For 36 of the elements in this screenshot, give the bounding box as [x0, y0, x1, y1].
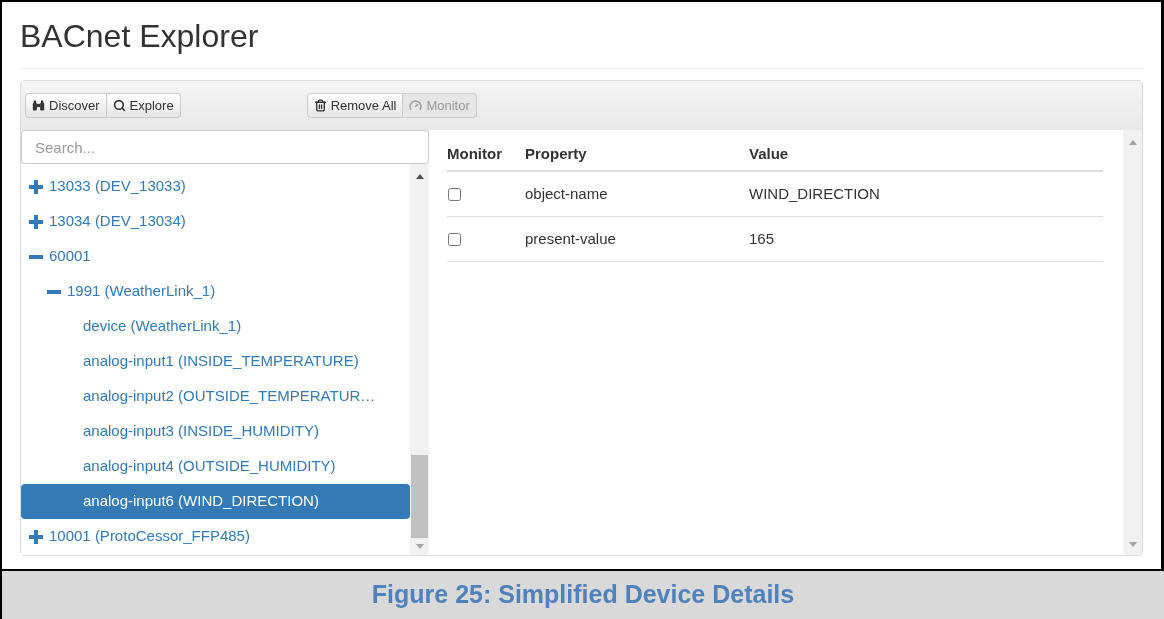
tree-item[interactable]: 13033 (DEV_13033) [21, 169, 410, 204]
page-title: BACnet Explorer [20, 17, 259, 56]
monitor-checkbox[interactable] [448, 187, 461, 201]
column-header: Value [749, 144, 789, 162]
plus-icon[interactable] [29, 529, 43, 544]
tree-item[interactable]: analog-input4 (OUTSIDE_HUMIDITY) [21, 449, 410, 484]
search-field[interactable]: Search... [21, 130, 429, 164]
discover-button[interactable]: Discover [25, 93, 107, 118]
table-cell: object-name [525, 184, 608, 202]
tree-item[interactable]: device (WeatherLink_1) [21, 309, 410, 344]
tree-item[interactable]: 60001 [21, 239, 410, 274]
tree-item[interactable]: 13034 (DEV_13034) [21, 204, 410, 239]
tree-item[interactable]: analog-input2 (OUTSIDE_TEMPERATUR… [21, 379, 410, 414]
trash-icon [313, 99, 327, 112]
remove-all-button[interactable]: Remove All [306, 93, 404, 118]
scrollbar[interactable] [410, 164, 429, 555]
explore-button[interactable]: Explore [106, 93, 181, 118]
table-cell: WIND_DIRECTION [749, 184, 880, 202]
column-header: Property [525, 144, 587, 162]
table-cell: present-value [525, 229, 616, 247]
plus-icon[interactable] [29, 179, 43, 194]
monitor-checkbox[interactable] [448, 232, 461, 246]
binoculars-icon [32, 99, 45, 112]
tree-item[interactable]: 1991 (WeatherLink_1) [21, 274, 410, 309]
gauge-icon [409, 99, 423, 112]
figure-caption: Figure 25: Simplified Device Details [371, 579, 795, 611]
scroll-thumb[interactable] [411, 455, 428, 538]
search-icon [112, 99, 126, 112]
up-arrow-icon[interactable] [415, 174, 424, 179]
plus-icon[interactable] [29, 214, 43, 229]
column-header: Monitor [447, 144, 502, 162]
tree-item[interactable]: 10001 (ProtoCessor_FFP485) [21, 519, 410, 554]
table-cell: 165 [749, 229, 775, 247]
tree-item[interactable]: analog-input3 (INSIDE_HUMIDITY) [21, 414, 410, 449]
tree-item[interactable]: analog-input6 (WIND_DIRECTION) [21, 484, 410, 519]
tree-item[interactable]: analog-input1 (INSIDE_TEMPERATURE) [21, 344, 410, 379]
